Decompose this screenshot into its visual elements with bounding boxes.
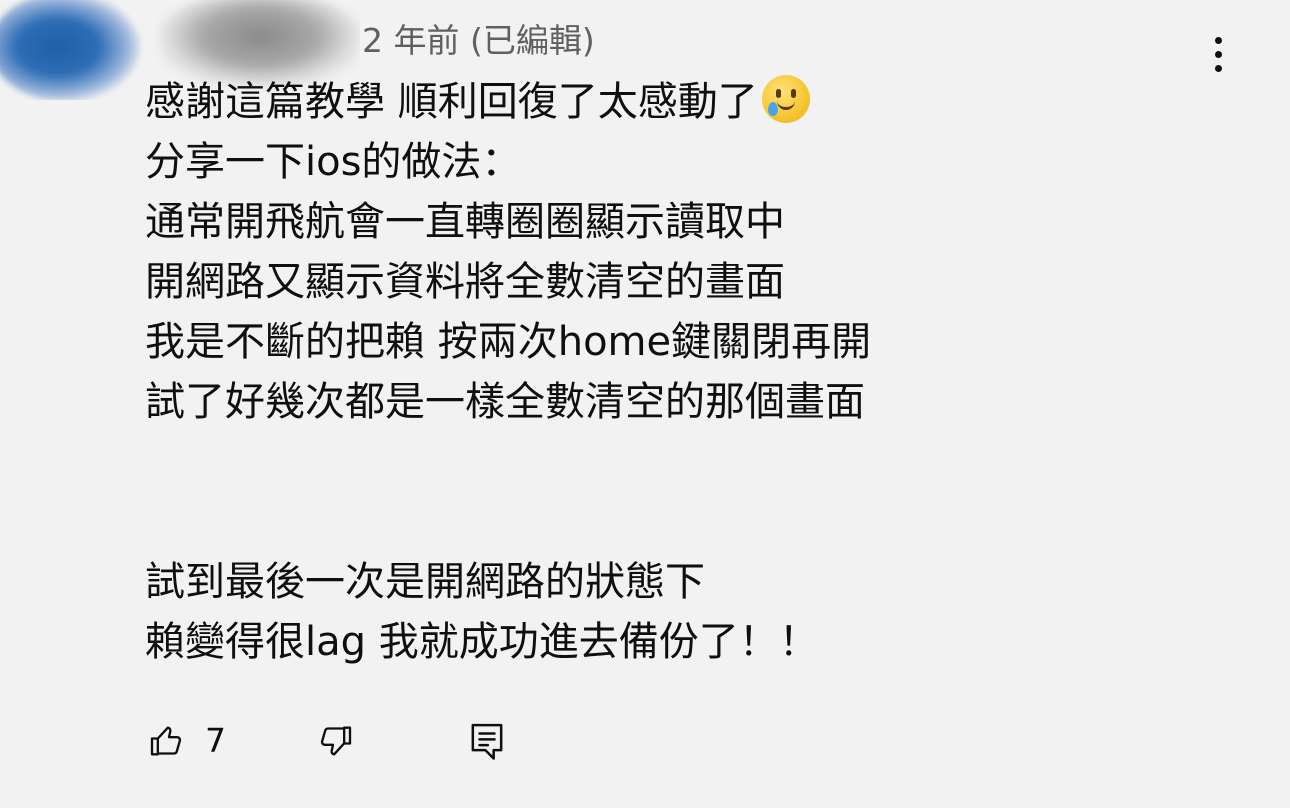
like-count: 7: [205, 721, 226, 760]
comment-timestamp[interactable]: 2 年前 (已編輯): [362, 20, 595, 62]
comment-line: 通常開飛航會一直轉圈圈顯示讀取中: [145, 199, 785, 245]
comment-line: 試了好幾次都是一樣全數清空的那個畫面: [145, 379, 865, 425]
comment-line: 分享一下ios的做法：: [145, 139, 522, 185]
more-vertical-icon: [1214, 36, 1222, 44]
comment-line: 開網路又顯示資料將全數清空的畫面: [145, 259, 785, 305]
comment-line-text: 感謝這篇教學 順利回復了太感動了: [145, 79, 758, 125]
thumbs-up-icon: [150, 726, 182, 756]
like-button[interactable]: [147, 716, 191, 766]
comment-line: 試到最後一次是開網路的狀態下: [145, 559, 705, 605]
more-options-button[interactable]: [1198, 30, 1238, 78]
thumbs-down-icon: [320, 726, 352, 756]
more-vertical-icon-dot: [1214, 64, 1222, 72]
comment-line: 感謝這篇教學 順利回復了太感動了: [145, 72, 1145, 132]
reply-comment-icon: [471, 723, 503, 760]
comment-line: 賴變得很lag 我就成功進去備份了！！: [145, 619, 819, 665]
avatar[interactable]: [0, 0, 140, 100]
comment-blank-line: [145, 432, 1145, 552]
more-vertical-icon-dot: [1214, 50, 1222, 58]
comment-text: 感謝這篇教學 順利回復了太感動了 分享一下ios的做法： 通常開飛航會一直轉圈圈…: [145, 72, 1145, 672]
comment-line: 我是不斷的把賴 按兩次home鍵關閉再開: [145, 319, 872, 365]
dislike-button[interactable]: [315, 716, 359, 766]
face-holding-back-tears-emoji: [761, 75, 810, 123]
reply-button[interactable]: [467, 716, 511, 766]
